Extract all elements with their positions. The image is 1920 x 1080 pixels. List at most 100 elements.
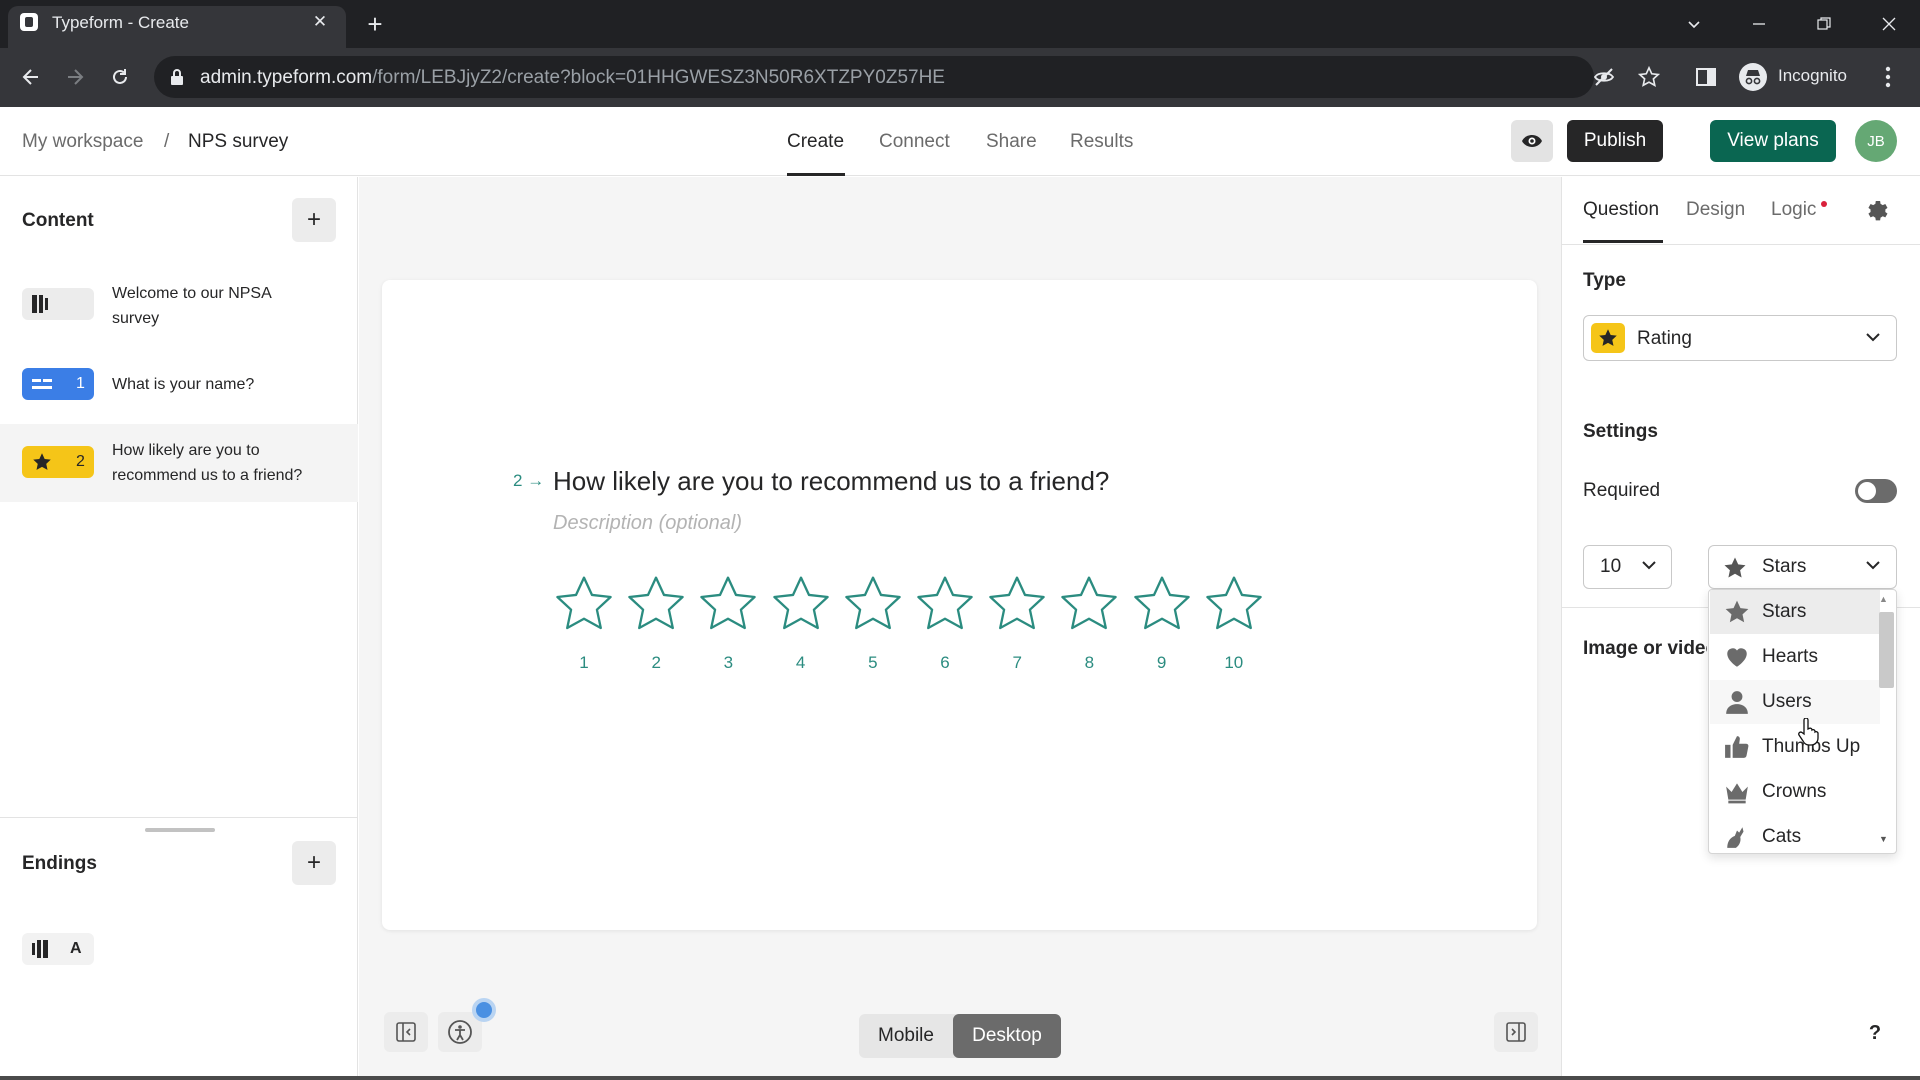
- rating-label-1: 1: [579, 653, 589, 672]
- list-item-label: How likely are you to recommend us to a …: [112, 442, 303, 484]
- collapse-left-panel-button[interactable]: [384, 1012, 428, 1052]
- star-icon: [33, 453, 51, 470]
- incognito-label[interactable]: Incognito: [1778, 66, 1847, 86]
- add-content-button[interactable]: +: [292, 198, 336, 242]
- side-panel-icon[interactable]: [1695, 66, 1717, 88]
- rating-star-9[interactable]: [1131, 573, 1193, 635]
- minimize-icon[interactable]: [1733, 6, 1785, 42]
- breadcrumb-separator: /: [164, 131, 170, 152]
- tab-results[interactable]: Results: [1070, 131, 1133, 153]
- question-type-select[interactable]: [1583, 315, 1897, 361]
- rating-star-8[interactable]: [1058, 573, 1120, 635]
- tracking-protection-icon[interactable]: [1593, 67, 1615, 87]
- question-number-arrow: 2 →: [513, 471, 544, 491]
- rating-label-3: 3: [723, 653, 734, 672]
- dropdown-option-thumbs-up[interactable]: Thumbs Up: [1710, 725, 1880, 769]
- scroll-down-icon[interactable]: ▼: [1879, 834, 1888, 844]
- user-icon: [1726, 691, 1748, 714]
- rating-label-9: 9: [1156, 653, 1167, 672]
- option-label: Hearts: [1762, 646, 1818, 667]
- rating-type-icon: [1591, 323, 1625, 353]
- rating-star-7[interactable]: [986, 573, 1048, 635]
- scroll-up-icon[interactable]: ▲: [1879, 594, 1888, 604]
- incognito-icon[interactable]: [1738, 62, 1768, 92]
- forward-icon[interactable]: [58, 60, 92, 94]
- question-number: 2: [76, 453, 85, 470]
- dropdown-option-stars[interactable]: Stars: [1710, 590, 1880, 634]
- add-ending-button[interactable]: +: [292, 841, 336, 885]
- required-toggle[interactable]: [1855, 479, 1897, 503]
- rating-label-2: 2: [651, 653, 661, 672]
- sidebar-collapse-icon: [396, 1022, 416, 1042]
- rating-star-4[interactable]: [770, 573, 832, 635]
- crown-icon: [1726, 783, 1748, 804]
- rating-star-3[interactable]: [697, 573, 759, 635]
- page-scrollbar[interactable]: [0, 1076, 1920, 1080]
- restore-icon[interactable]: [1798, 6, 1850, 42]
- collapse-right-panel-button[interactable]: [1494, 1012, 1538, 1052]
- description-input[interactable]: Description (optional): [553, 512, 742, 535]
- dropdown-option-crowns[interactable]: Crowns: [1710, 770, 1880, 814]
- rating-star-6[interactable]: [914, 573, 976, 635]
- reload-icon[interactable]: [103, 60, 137, 94]
- view-plans-button[interactable]: View plans: [1710, 120, 1836, 162]
- question-1-badge: 1: [22, 368, 94, 400]
- desktop-view-button[interactable]: Desktop: [953, 1014, 1061, 1058]
- avatar[interactable]: JB: [1855, 120, 1897, 162]
- dropdown-option-cats[interactable]: Cats: [1710, 815, 1880, 853]
- back-icon[interactable]: [14, 60, 48, 94]
- tab-design[interactable]: Design: [1686, 199, 1745, 221]
- dropdown-scrollbar-thumb[interactable]: [1879, 612, 1894, 688]
- preview-button[interactable]: [1511, 120, 1553, 162]
- rating-star-10[interactable]: [1203, 573, 1265, 635]
- publish-button[interactable]: Publish: [1567, 120, 1663, 162]
- list-item-label: What is your name?: [112, 376, 255, 393]
- ending-screen-icon: [32, 940, 48, 958]
- url-text[interactable]: admin.typeform.com/form/LEBJjyZ2/create?…: [200, 67, 945, 89]
- help-icon[interactable]: ?: [1862, 1020, 1888, 1046]
- ending-letter: A: [70, 940, 82, 957]
- dropdown-option-users[interactable]: Users: [1710, 680, 1880, 724]
- rating-label-6: 6: [940, 653, 950, 672]
- steps-value: 10: [1600, 556, 1622, 577]
- star-icon: [1723, 556, 1747, 580]
- window-close-icon[interactable]: [1863, 6, 1915, 42]
- eye-icon: [1522, 135, 1542, 147]
- chevron-down-icon: [1864, 556, 1882, 574]
- new-tab-icon[interactable]: +: [360, 10, 390, 40]
- bookmark-star-icon[interactable]: [1638, 66, 1660, 88]
- sidebar-collapse-right-icon: [1506, 1022, 1526, 1042]
- chevron-down-icon: [1864, 328, 1882, 346]
- resize-handle[interactable]: [145, 828, 215, 832]
- tab-create[interactable]: Create: [787, 131, 844, 153]
- active-tab-indicator: [1583, 240, 1663, 243]
- rating-star-1[interactable]: [553, 573, 615, 635]
- rating-star-2[interactable]: [625, 573, 687, 635]
- ending-item-a[interactable]: A: [22, 933, 94, 965]
- url-path: /form/LEBJjyZ2/create?block=01HHGWESZ3N5…: [372, 67, 945, 88]
- tab-close-icon[interactable]: ✕: [308, 10, 332, 34]
- option-label: Users: [1762, 691, 1812, 712]
- chevron-down-icon: [1640, 556, 1658, 574]
- mobile-view-button[interactable]: Mobile: [859, 1014, 953, 1058]
- question-title[interactable]: How likely are you to recommend us to a …: [553, 466, 1109, 497]
- rating-star-5[interactable]: [842, 573, 904, 635]
- steps-select[interactable]: [1583, 545, 1672, 589]
- typeform-favicon-icon: [20, 13, 38, 31]
- browser-menu-icon[interactable]: [1885, 66, 1891, 88]
- breadcrumb-form-name[interactable]: NPS survey: [188, 131, 288, 153]
- rating-label-4: 4: [795, 653, 806, 672]
- gear-icon[interactable]: [1863, 197, 1889, 223]
- tab-share[interactable]: Share: [986, 131, 1037, 153]
- star-icon: [1725, 600, 1749, 623]
- tab-title: Typeform - Create: [52, 13, 189, 32]
- tab-logic[interactable]: Logic: [1771, 199, 1816, 221]
- required-label: Required: [1583, 480, 1661, 501]
- active-tab-indicator: [787, 173, 845, 176]
- dropdown-option-hearts[interactable]: Hearts: [1710, 635, 1880, 679]
- tab-question[interactable]: Question: [1583, 199, 1659, 221]
- tab-connect[interactable]: Connect: [879, 131, 950, 153]
- tab-search-icon[interactable]: [1668, 6, 1720, 42]
- breadcrumb-workspace[interactable]: My workspace: [22, 131, 143, 153]
- type-heading: Type: [1583, 270, 1626, 291]
